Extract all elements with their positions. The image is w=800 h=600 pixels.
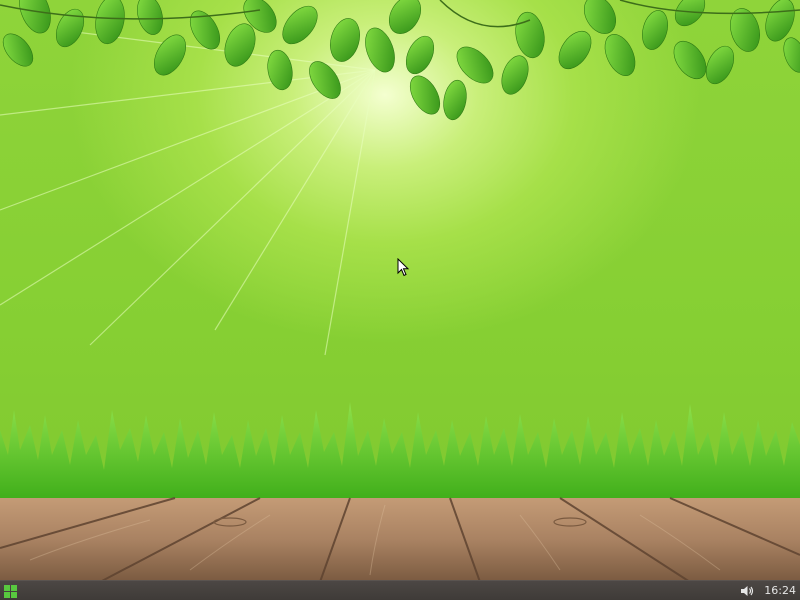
desktop[interactable]: 16:24 <box>0 0 800 600</box>
start-menu-button[interactable] <box>2 583 18 599</box>
taskbar: 16:24 <box>0 580 800 600</box>
arrow-pointer-icon <box>397 258 410 277</box>
speaker-icon[interactable] <box>740 585 754 597</box>
clock[interactable]: 16:24 <box>764 581 796 600</box>
desktop-wallpaper <box>0 0 800 583</box>
system-tray: 16:24 <box>740 581 796 600</box>
grid-menu-icon <box>3 584 17 598</box>
